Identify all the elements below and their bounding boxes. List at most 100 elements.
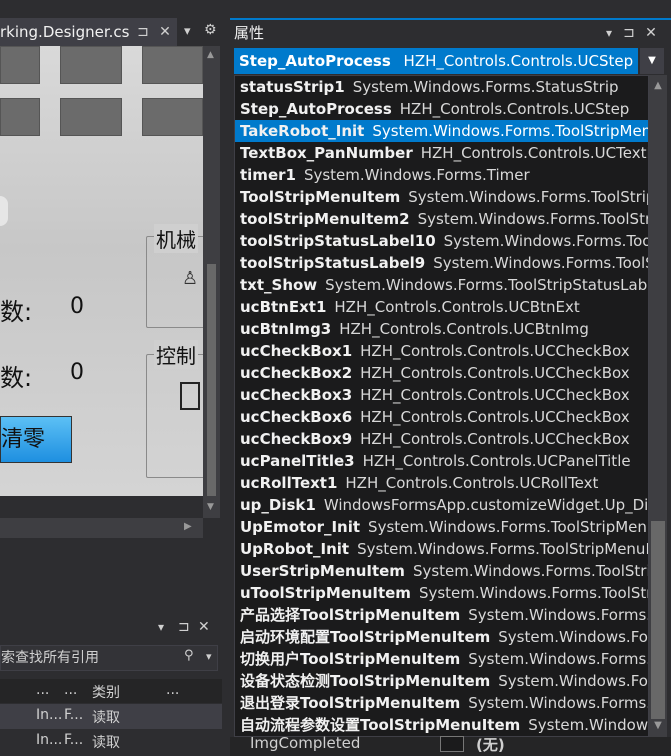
dropdown-item[interactable]: ucBtnExt1 HZH_Controls.Controls.UCBtnExt (235, 296, 648, 318)
dropdown-item[interactable]: toolStripMenuItem2 System.Windows.Forms.T… (235, 208, 648, 230)
pin-icon[interactable]: ⊐ (620, 20, 638, 46)
dropdown-item[interactable]: TextBox_PanNumber HZH_Controls.Controls.U… (235, 142, 649, 164)
scroll-thumb[interactable] (651, 521, 665, 719)
dropdown-item[interactable]: 退出登录ToolStripMenuItem System.Windows.Form… (235, 692, 648, 714)
dropdown-item-type: HZH_Controls.Controls.UCTextBox (420, 144, 649, 162)
table-cell: In... (36, 707, 63, 723)
pin-icon[interactable]: ⊐ (132, 18, 154, 46)
dropdown-item-type: System.Windows.Forms.ToolStripMenuItem (498, 672, 648, 690)
close-icon[interactable]: ✕ (154, 18, 176, 46)
scroll-thumb[interactable] (207, 264, 216, 496)
dropdown-item-name: TakeRobot_Init (240, 122, 365, 140)
dropdown-item[interactable]: up_Disk1 WindowsFormsApp.customizeWidget.… (235, 494, 648, 516)
dropdown-item-type: System.Windows.Forms.ToolStripMenuItem (372, 122, 649, 140)
property-value[interactable]: (无) (476, 734, 505, 755)
object-selector[interactable]: Step_AutoProcess HZH_Controls.Controls.U… (234, 48, 638, 74)
dropdown-item[interactable]: ucBtnImg3 HZH_Controls.Controls.UCBtnImg (235, 318, 648, 340)
chevron-down-icon[interactable]: ▾ (600, 20, 618, 46)
dropdown-item[interactable]: TakeRobot_Init System.Windows.Forms.ToolS… (235, 120, 649, 142)
column-header[interactable]: ... (166, 682, 179, 698)
object-dropdown-list[interactable]: statusStrip1 System.Windows.Forms.StatusS… (234, 75, 649, 737)
dropdown-item-type: HZH_Controls.Controls.UCBtnExt (334, 298, 580, 316)
dropdown-item-name: ucBtnExt1 (240, 298, 327, 316)
chevron-down-icon[interactable]: ▾ (184, 24, 191, 39)
table-cell: F... (64, 732, 84, 748)
chevron-down-icon[interactable]: ▾ (206, 650, 212, 663)
dropdown-item-type: System.Windows.Forms.ToolStripMenuItem (418, 584, 649, 602)
dropdown-item[interactable]: txt_Show System.Windows.Forms.ToolStripSt… (235, 274, 649, 296)
count-value: 0 (70, 360, 84, 385)
dropdown-item-name: ucCheckBox2 (240, 364, 353, 382)
dropdown-item-name: uToolStripMenuItem (240, 584, 411, 602)
dropdown-item[interactable]: 自动流程参数设置ToolStripMenuItem System.Windows.… (235, 714, 649, 736)
scroll-up-icon[interactable]: ▲ (649, 77, 667, 95)
dropdown-item-type: System.Windows.Forms.ToolStripStatusLabe… (325, 276, 649, 294)
dropdown-item-type: HZH_Controls.Controls.UCRollText (345, 474, 599, 492)
dropdown-item-type: System.Windows.Forms.ToolStripMenuItem (368, 518, 648, 536)
chevron-down-icon[interactable]: ▼ (640, 48, 664, 74)
dropdown-item[interactable]: statusStrip1 System.Windows.Forms.StatusS… (235, 76, 648, 98)
column-header[interactable]: ... (36, 682, 49, 698)
dropdown-item[interactable]: 切换用户ToolStripMenuItem System.Windows.Form… (235, 648, 648, 670)
dropdown-item-type: System.Windows.Forms.ToolStripStatusLabe… (443, 232, 648, 250)
dropdown-item[interactable]: ToolStripMenuItem System.Windows.Forms.To… (235, 186, 648, 208)
dropdown-item[interactable]: ucPanelTitle3 HZH_Controls.Controls.UCPan… (235, 450, 648, 472)
dropdown-item[interactable]: UpRobot_Init System.Windows.Forms.ToolStr… (235, 538, 648, 560)
scroll-down-icon[interactable]: ▼ (207, 502, 214, 512)
column-header-category[interactable]: 类别 (92, 682, 120, 702)
tile[interactable] (142, 46, 203, 84)
table-row[interactable]: In... F... 读取 (0, 704, 222, 729)
column-header[interactable]: ... (64, 682, 77, 698)
dropdown-item[interactable]: ucRollText1 HZH_Controls.Controls.UCRollT… (235, 472, 648, 494)
dropdown-item-type: System.Windows.Forms.Timer (303, 166, 530, 184)
tile[interactable] (0, 98, 40, 136)
dropdown-item[interactable]: timer1 System.Windows.Forms.Timer (235, 164, 648, 186)
dropdown-item[interactable]: ucCheckBox1 HZH_Controls.Controls.UCCheck… (235, 340, 648, 362)
dropdown-item[interactable]: toolStripStatusLabel10 System.Windows.For… (235, 230, 648, 252)
dropdown-item-name: UserStripMenuItem (240, 562, 405, 580)
tile[interactable] (0, 46, 40, 84)
dropdown-item[interactable]: ucCheckBox9 HZH_Controls.Controls.UCCheck… (235, 428, 648, 450)
dropdown-item-name: up_Disk1 (240, 496, 316, 514)
dropdown-item[interactable]: 产品选择ToolStripMenuItem System.Windows.Form… (235, 604, 648, 626)
search-icon[interactable]: ⚲ (184, 648, 194, 663)
designer-horizontal-scrollbar[interactable]: ▶ (0, 518, 203, 538)
table-row[interactable]: In... F... 读取 (0, 729, 222, 754)
dropdown-item[interactable]: ucCheckBox2 HZH_Controls.Controls.UCCheck… (235, 362, 648, 384)
dropdown-item[interactable]: uToolStripMenuItem System.Windows.Forms.T… (235, 582, 649, 604)
close-icon[interactable]: ✕ (642, 20, 660, 46)
scroll-up-icon[interactable]: ▲ (207, 50, 214, 60)
dropdown-item[interactable]: 设备状态检测ToolStripMenuItem System.Windows.Fo… (235, 670, 648, 692)
close-icon[interactable]: ✕ (198, 619, 210, 635)
scroll-right-icon[interactable]: ▶ (184, 521, 192, 532)
tile[interactable] (142, 98, 203, 136)
tile[interactable] (60, 46, 122, 84)
dropdown-item[interactable]: UserStripMenuItem System.Windows.Forms.To… (235, 560, 648, 582)
dropdown-item[interactable]: toolStripStatusLabel9 System.Windows.Form… (235, 252, 648, 274)
search-input-text: 索查找所有引用 (1, 650, 99, 666)
slider-edge (0, 196, 8, 226)
group-box-control[interactable] (146, 354, 206, 478)
clear-button[interactable]: 清零 (0, 416, 72, 463)
dropdown-item[interactable]: 启动环境配置ToolStripMenuItem System.Windows.Fo… (235, 626, 648, 648)
dropdown-item-type: System.Windows.Forms.StatusStrip (352, 78, 619, 96)
scroll-down-icon[interactable]: ▼ (649, 717, 667, 735)
dropdown-item-type: HZH_Controls.Controls.UCBtnImg (339, 320, 589, 338)
dropdown-item-name: 切换用户ToolStripMenuItem (240, 650, 461, 668)
dropdown-item-name: timer1 (240, 166, 296, 184)
dropdown-item-name: ucRollText1 (240, 474, 338, 492)
dropdown-item-type: HZH_Controls.Controls.UCStep (399, 100, 630, 118)
dropdown-item-type: HZH_Controls.Controls.UCCheckBox (360, 364, 630, 382)
gear-icon[interactable]: ⚙ (204, 22, 217, 38)
chevron-down-icon[interactable]: ▾ (158, 620, 164, 634)
designer-vertical-scrollbar[interactable]: ▲ ▼ (203, 46, 220, 518)
dropdown-item[interactable]: ucCheckBox3 HZH_Controls.Controls.UCCheck… (235, 384, 648, 406)
dropdown-item-type: HZH_Controls.Controls.UCCheckBox (360, 386, 630, 404)
dropdown-item[interactable]: ucCheckBox6 HZH_Controls.Controls.UCCheck… (235, 406, 648, 428)
dropdown-item[interactable]: Step_AutoProcess HZH_Controls.Controls.UC… (235, 98, 648, 120)
dropdown-item[interactable]: UpEmotor_Init System.Windows.Forms.ToolSt… (235, 516, 648, 538)
dropdown-item-type: System.Windows.Forms.ToolStripMenuItem (528, 716, 649, 734)
dropdown-item-name: UpRobot_Init (240, 540, 350, 558)
tile[interactable] (60, 98, 122, 136)
pin-icon[interactable]: ⊐ (178, 619, 190, 635)
